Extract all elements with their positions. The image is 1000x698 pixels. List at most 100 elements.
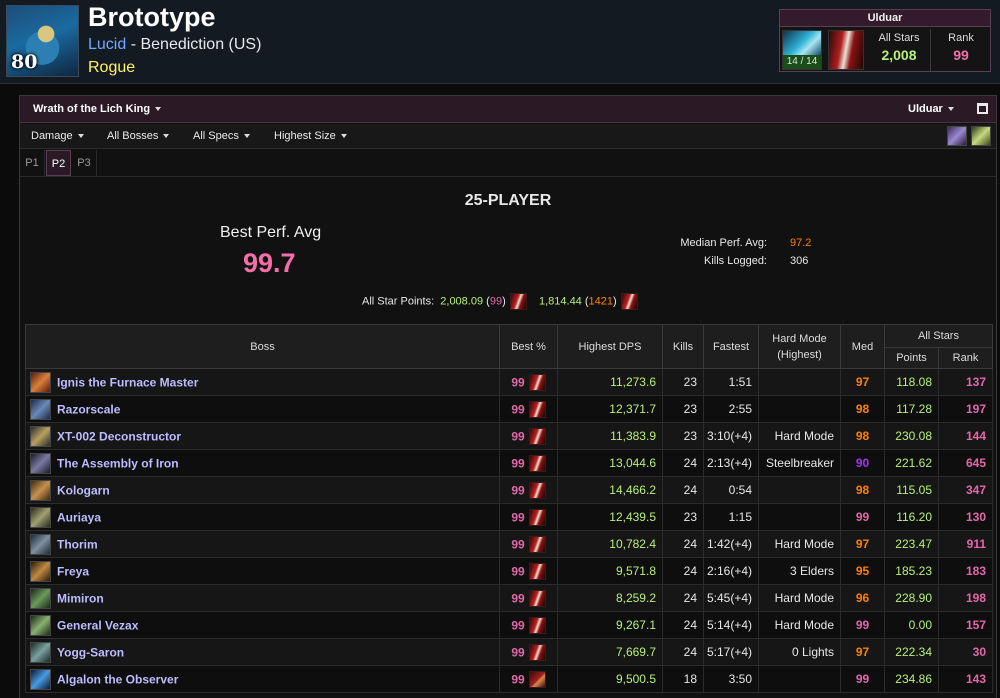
- median-percent: 97: [840, 368, 885, 396]
- metric-dropdown[interactable]: Damage: [31, 130, 84, 142]
- tab-p3[interactable]: P3: [72, 150, 97, 176]
- table-row[interactable]: Freya 99 9,571.8 24 2:16(+4) 3 Elders 95 185.23…: [25, 557, 993, 585]
- table-row[interactable]: Thorim 99 10,782.4 24 1:42(+4) Hard Mode 97 223…: [25, 530, 993, 558]
- tab-p2[interactable]: P2: [46, 150, 71, 176]
- spec-icon: [528, 616, 546, 634]
- boss-cell[interactable]: Algalon the Observer: [25, 665, 500, 693]
- boss-portrait-icon: [30, 533, 51, 555]
- guild-link[interactable]: Lucid: [88, 36, 126, 53]
- hard-mode: [758, 503, 841, 531]
- size-filter-dropdown[interactable]: Highest Size: [274, 130, 347, 142]
- best-percent: 99: [511, 672, 525, 686]
- zone-rank: Rank 99: [932, 32, 990, 63]
- boss-portrait-icon: [30, 371, 51, 393]
- kills: 24: [662, 557, 704, 585]
- table-row[interactable]: Kologarn 99 14,466.2 24 0:54 98 115.05 347: [25, 476, 993, 504]
- all-star-points: 117.28: [884, 395, 939, 423]
- boss-name[interactable]: General Vezax: [57, 618, 138, 632]
- boss-cell[interactable]: General Vezax: [25, 611, 500, 639]
- boss-name[interactable]: Algalon the Observer: [57, 672, 178, 686]
- spec-filter-dropdown[interactable]: All Specs: [193, 130, 250, 142]
- kills: 24: [662, 530, 704, 558]
- key-icon[interactable]: [971, 126, 991, 146]
- best-percent-cell: 99: [499, 422, 558, 450]
- boss-cell[interactable]: Mimiron: [25, 584, 500, 612]
- realm-name: Benediction (US): [140, 36, 262, 53]
- boss-name[interactable]: Mimiron: [57, 591, 104, 605]
- table-row[interactable]: Yogg-Saron 99 7,669.7 24 5:17(+4) 0 Lights 97 2…: [25, 638, 993, 666]
- boss-cell[interactable]: Freya: [25, 557, 500, 585]
- boss-cell[interactable]: The Assembly of Iron: [25, 449, 500, 477]
- table-row[interactable]: Razorscale 99 12,371.7 23 2:55 98 117.28 197: [25, 395, 993, 423]
- col-best[interactable]: Best %: [499, 324, 558, 369]
- highest-dps: 9,571.8: [557, 557, 663, 585]
- boss-name[interactable]: The Assembly of Iron: [57, 456, 179, 470]
- spec-icon: [528, 562, 546, 580]
- median-percent: 98: [840, 476, 885, 504]
- fastest-kill: 2:13(+4): [703, 449, 759, 477]
- boss-cell[interactable]: Auriaya: [25, 503, 500, 531]
- boss-filter-dropdown[interactable]: All Bosses: [107, 130, 170, 142]
- maximize-icon[interactable]: [977, 103, 988, 114]
- highest-dps: 7,669.7: [557, 638, 663, 666]
- col-fastest[interactable]: Fastest: [703, 324, 759, 369]
- boss-cell[interactable]: XT-002 Deconstructor: [25, 422, 500, 450]
- col-points[interactable]: Points: [884, 347, 939, 369]
- median-percent: 95: [840, 557, 885, 585]
- col-med[interactable]: Med: [840, 324, 885, 369]
- table-row[interactable]: General Vezax 99 9,267.1 24 5:14(+4) Hard Mod…: [25, 611, 993, 639]
- tab-p1[interactable]: P1: [20, 150, 45, 176]
- character-realm-line: Lucid - Benediction (US): [88, 36, 261, 54]
- table-row[interactable]: Ignis the Furnace Master 99 11,273.6 23 1:51…: [25, 368, 993, 396]
- boss-name[interactable]: Kologarn: [57, 483, 110, 497]
- col-kills[interactable]: Kills: [662, 324, 704, 369]
- all-star-rank: 198: [938, 584, 993, 612]
- col-boss[interactable]: Boss: [25, 324, 500, 369]
- boss-cell[interactable]: Yogg-Saron: [25, 638, 500, 666]
- boss-portrait-icon: [30, 614, 51, 636]
- expansion-label: Wrath of the Lich King: [33, 103, 151, 115]
- boss-portrait-icon: [30, 668, 51, 690]
- highest-dps: 10,782.4: [557, 530, 663, 558]
- rankings-panel: Wrath of the Lich King Ulduar Damage All…: [19, 95, 997, 698]
- all-star-points: 228.90: [884, 584, 939, 612]
- highest-dps: 11,383.9: [557, 422, 663, 450]
- col-rank[interactable]: Rank: [938, 347, 993, 369]
- hard-mode: Hard Mode: [758, 584, 841, 612]
- best-percent-cell: 99: [499, 530, 558, 558]
- best-percent: 99: [511, 564, 525, 578]
- all-star-rank: 130: [938, 503, 993, 531]
- zone-dropdown[interactable]: Ulduar: [908, 103, 954, 115]
- highest-dps: 9,267.1: [557, 611, 663, 639]
- raid-group-icon[interactable]: [947, 126, 967, 146]
- boss-cell[interactable]: Ignis the Furnace Master: [25, 368, 500, 396]
- expansion-dropdown[interactable]: Wrath of the Lich King: [33, 103, 162, 115]
- boss-name[interactable]: Freya: [57, 564, 89, 578]
- best-percent-cell: 99: [499, 584, 558, 612]
- boss-name[interactable]: XT-002 Deconstructor: [57, 429, 181, 443]
- best-percent: 99: [511, 537, 525, 551]
- kills: 23: [662, 503, 704, 531]
- boss-cell[interactable]: Thorim: [25, 530, 500, 558]
- table-row[interactable]: XT-002 Deconstructor 99 11,383.9 23 3:10(+4)…: [25, 422, 993, 450]
- boss-cell[interactable]: Razorscale: [25, 395, 500, 423]
- character-avatar[interactable]: 80: [6, 5, 79, 77]
- boss-name[interactable]: Razorscale: [57, 402, 120, 416]
- highest-dps: 13,044.6: [557, 449, 663, 477]
- zone-icon: 14 / 14: [782, 30, 822, 70]
- table-row[interactable]: The Assembly of Iron 99 13,044.6 24 2:13(+4)…: [25, 449, 993, 477]
- table-row[interactable]: Algalon the Observer 99 9,500.5 18 3:50 99 234…: [25, 665, 993, 693]
- boss-portrait-icon: [30, 560, 51, 582]
- col-hardmode[interactable]: Hard Mode (Highest): [758, 324, 841, 369]
- boss-rows: Ignis the Furnace Master 99 11,273.6 23 1:51…: [25, 368, 993, 693]
- table-row[interactable]: Mimiron 99 8,259.2 24 5:45(+4) Hard Mode 96 228…: [25, 584, 993, 612]
- boss-name[interactable]: Yogg-Saron: [57, 645, 124, 659]
- boss-name[interactable]: Thorim: [57, 537, 98, 551]
- boss-name[interactable]: Auriaya: [57, 510, 101, 524]
- fastest-kill: 5:14(+4): [703, 611, 759, 639]
- table-row[interactable]: Auriaya 99 12,439.5 23 1:15 99 116.20 130: [25, 503, 993, 531]
- col-dps[interactable]: Highest DPS: [557, 324, 663, 369]
- boss-cell[interactable]: Kologarn: [25, 476, 500, 504]
- character-class: Rogue: [88, 59, 136, 76]
- boss-name[interactable]: Ignis the Furnace Master: [57, 375, 198, 389]
